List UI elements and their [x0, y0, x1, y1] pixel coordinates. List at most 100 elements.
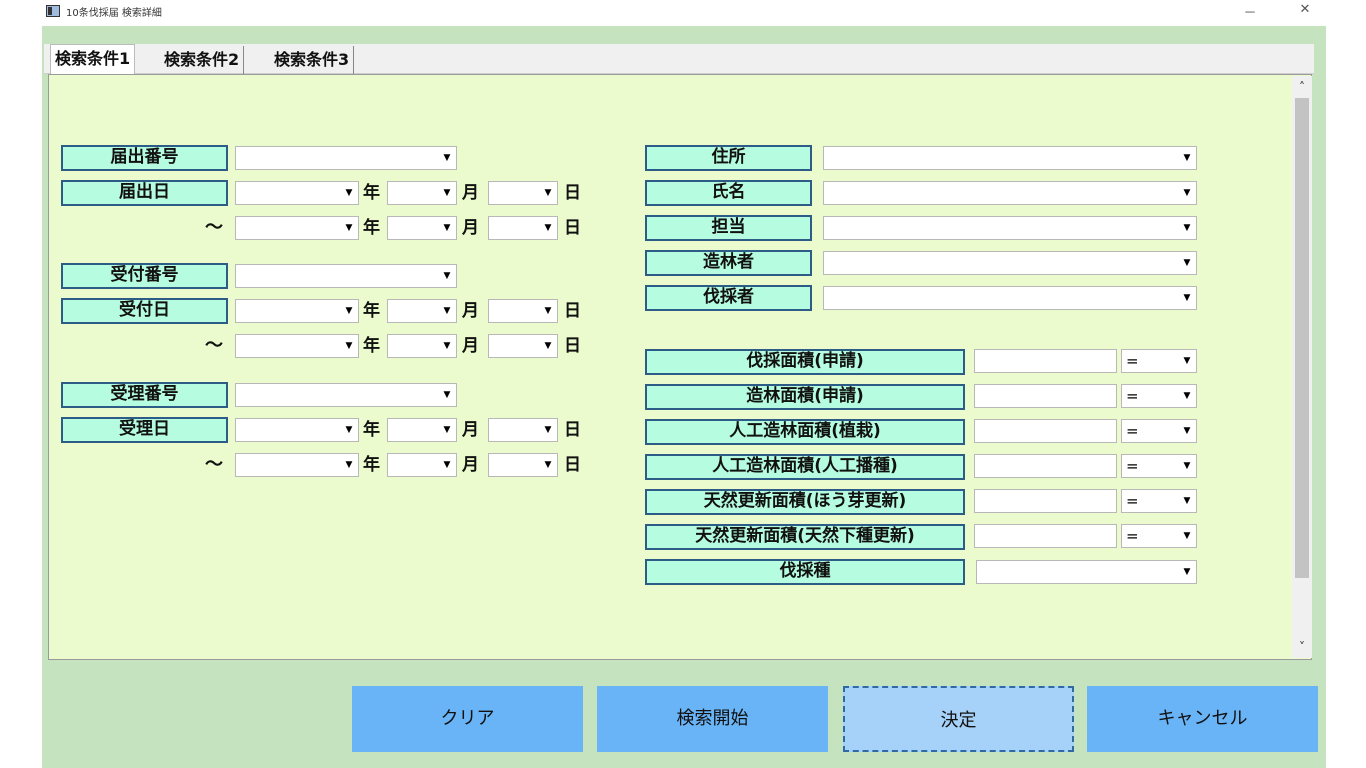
- cancel-button[interactable]: キャンセル: [1087, 686, 1318, 752]
- acceptance-number-label: 受理番号: [61, 382, 228, 408]
- notification-date-from-year-select[interactable]: ▼: [235, 181, 359, 205]
- logger-select[interactable]: ▼: [823, 286, 1197, 310]
- notification-date-to-year-select[interactable]: ▼: [235, 216, 359, 240]
- day-unit: 日: [564, 218, 581, 238]
- reception-date-label: 受付日: [61, 298, 228, 324]
- reception-date-from-year-select[interactable]: ▼: [235, 299, 359, 323]
- dropdown-arrow-icon: ▼: [443, 306, 451, 316]
- dropdown-arrow-icon: ▼: [345, 460, 353, 470]
- area-compare-select[interactable]: = ▼: [1121, 489, 1197, 513]
- dropdown-arrow-icon: ▼: [544, 306, 552, 316]
- minimize-button[interactable]: －: [1238, 2, 1262, 21]
- area-value-input[interactable]: [974, 489, 1117, 513]
- notification-date-from-day-select[interactable]: ▼: [488, 181, 558, 205]
- notification-date-to-month-select[interactable]: ▼: [387, 216, 457, 240]
- acceptance-date-to-day-select[interactable]: ▼: [488, 453, 558, 477]
- close-button[interactable]: ✕: [1293, 2, 1317, 17]
- dropdown-arrow-icon: ▼: [345, 425, 353, 435]
- area-compare-select[interactable]: = ▼: [1121, 524, 1197, 548]
- area-label: 伐採面積(申請): [645, 349, 965, 375]
- address-select[interactable]: ▼: [823, 146, 1197, 170]
- dropdown-arrow-icon: ▼: [345, 188, 353, 198]
- area-value-input[interactable]: [974, 524, 1117, 548]
- acceptance-date-from-month-select[interactable]: ▼: [387, 418, 457, 442]
- reception-date-from-day-select[interactable]: ▼: [488, 299, 558, 323]
- logging-type-select[interactable]: ▼: [976, 560, 1197, 584]
- month-unit: 月: [462, 301, 479, 321]
- search-start-button[interactable]: 検索開始: [597, 686, 828, 752]
- area-label: 天然更新面積(天然下種更新): [645, 524, 965, 550]
- notification-date-label: 届出日: [61, 180, 228, 206]
- clear-button[interactable]: クリア: [352, 686, 583, 752]
- notification-number-label: 届出番号: [61, 145, 228, 171]
- dropdown-arrow-icon: ▼: [544, 425, 552, 435]
- area-value-input[interactable]: [974, 419, 1117, 443]
- reception-number-label: 受付番号: [61, 263, 228, 289]
- reception-date-from-month-select[interactable]: ▼: [387, 299, 457, 323]
- dropdown-arrow-icon: ▼: [443, 188, 451, 198]
- month-unit: 月: [462, 183, 479, 203]
- tab-search-conditions-1[interactable]: 検索条件1: [50, 44, 136, 74]
- dropdown-arrow-icon: ▼: [443, 425, 451, 435]
- month-unit: 月: [462, 336, 479, 356]
- area-value-input[interactable]: [974, 454, 1117, 478]
- year-unit: 年: [363, 183, 380, 203]
- year-unit: 年: [363, 218, 380, 238]
- month-unit: 月: [462, 420, 479, 440]
- person-in-charge-select[interactable]: ▼: [823, 216, 1197, 240]
- notification-date-to-day-select[interactable]: ▼: [488, 216, 558, 240]
- area-compare-select[interactable]: = ▼: [1121, 384, 1197, 408]
- vertical-scrollbar[interactable]: ˄ ˅: [1292, 76, 1312, 658]
- dropdown-arrow-icon: ▼: [443, 341, 451, 351]
- scroll-thumb[interactable]: [1295, 98, 1309, 578]
- reception-date-to-month-select[interactable]: ▼: [387, 334, 457, 358]
- acceptance-date-from-year-select[interactable]: ▼: [235, 418, 359, 442]
- area-label: 造林面積(申請): [645, 384, 965, 410]
- reception-date-to-year-select[interactable]: ▼: [235, 334, 359, 358]
- month-unit: 月: [462, 218, 479, 238]
- day-unit: 日: [564, 301, 581, 321]
- range-tilde: ～: [205, 454, 223, 475]
- tab-search-conditions-3[interactable]: 検索条件3: [270, 46, 355, 74]
- year-unit: 年: [363, 301, 380, 321]
- dropdown-arrow-icon: ▼: [544, 223, 552, 233]
- notification-number-select[interactable]: ▼: [235, 146, 457, 170]
- acceptance-date-from-day-select[interactable]: ▼: [488, 418, 558, 442]
- year-unit: 年: [363, 455, 380, 475]
- logger-label: 伐採者: [645, 285, 812, 311]
- dropdown-arrow-icon: ▼: [443, 223, 451, 233]
- reforester-select[interactable]: ▼: [823, 251, 1197, 275]
- dropdown-arrow-icon: ▼: [345, 223, 353, 233]
- acceptance-date-label: 受理日: [61, 417, 228, 443]
- dropdown-arrow-icon: ▼: [544, 341, 552, 351]
- dropdown-arrow-icon: ▼: [544, 460, 552, 470]
- ok-button[interactable]: 決定: [843, 686, 1074, 752]
- tab-strip: 検索条件1 検索条件2 検索条件3: [44, 44, 1314, 74]
- area-compare-select[interactable]: = ▼: [1121, 349, 1197, 373]
- day-unit: 日: [564, 336, 581, 356]
- name-select[interactable]: ▼: [823, 181, 1197, 205]
- range-tilde: ～: [205, 217, 223, 238]
- notification-date-from-month-select[interactable]: ▼: [387, 181, 457, 205]
- year-unit: 年: [363, 336, 380, 356]
- dropdown-arrow-icon: ▼: [1183, 223, 1191, 233]
- reception-date-to-day-select[interactable]: ▼: [488, 334, 558, 358]
- dropdown-arrow-icon: ▼: [1183, 258, 1191, 268]
- acceptance-number-select[interactable]: ▼: [235, 383, 457, 407]
- reception-number-select[interactable]: ▼: [235, 264, 457, 288]
- area-compare-select[interactable]: = ▼: [1121, 419, 1197, 443]
- title-bar: 10条伐採届 検索詳細 － ✕: [0, 0, 1366, 26]
- acceptance-date-to-month-select[interactable]: ▼: [387, 453, 457, 477]
- day-unit: 日: [564, 183, 581, 203]
- dropdown-arrow-icon: ▼: [1183, 461, 1191, 471]
- area-compare-select[interactable]: = ▼: [1121, 454, 1197, 478]
- scroll-down-icon[interactable]: ˅: [1292, 638, 1312, 656]
- area-value-input[interactable]: [974, 384, 1117, 408]
- acceptance-date-to-year-select[interactable]: ▼: [235, 453, 359, 477]
- tab-search-conditions-2[interactable]: 検索条件2: [160, 46, 245, 74]
- dropdown-arrow-icon: ▼: [1183, 293, 1191, 303]
- area-value-input[interactable]: [974, 349, 1117, 373]
- dropdown-arrow-icon: ▼: [1183, 356, 1191, 366]
- scroll-up-icon[interactable]: ˄: [1292, 78, 1312, 96]
- dropdown-arrow-icon: ▼: [1183, 567, 1191, 577]
